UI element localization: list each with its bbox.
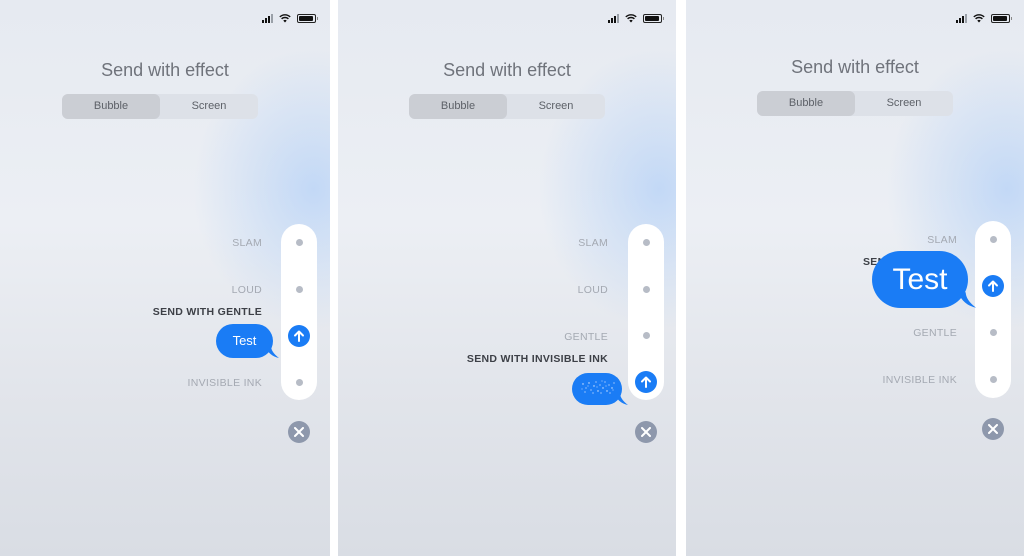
effect-slider-track[interactable] [281,224,317,400]
panel-loud-effect: Send with effect Bubble Screen SLAM SEND… [686,0,1024,556]
effect-type-segmented-control: Bubble Screen [757,91,953,116]
effect-slot-gentle[interactable] [990,329,997,336]
effect-slot-gentle[interactable] [643,332,650,339]
effect-slot-invisible-ink[interactable] [296,379,303,386]
tab-screen[interactable]: Screen [855,91,953,116]
battery-icon [991,13,1012,23]
effect-label-slam[interactable]: SLAM [232,237,262,249]
page-title: Send with effect [443,60,571,80]
effect-label-invisible-ink[interactable]: INVISIBLE INK [187,377,262,389]
bubble-tail [958,292,976,308]
status-bar [608,13,664,23]
wifi-icon [625,14,637,23]
close-button[interactable] [635,421,657,443]
invisible-ink-particles [581,380,615,394]
send-button[interactable] [982,275,1004,297]
bubble-tail [265,346,279,358]
effect-slot-slam[interactable] [296,239,303,246]
arrow-up-icon [294,330,304,342]
close-x-icon [294,427,304,437]
cellular-signal-icon [262,13,273,23]
page-title: Send with effect [791,57,919,77]
effect-label-loud[interactable]: LOUD [232,284,262,296]
tab-bubble[interactable]: Bubble [757,91,855,116]
effect-slot-loud[interactable] [643,286,650,293]
tab-bubble[interactable]: Bubble [409,94,507,119]
effect-label-loud[interactable]: LOUD [578,284,608,296]
panel-invisible-ink-effect: Send with effect Bubble Screen SLAM LOUD… [338,0,676,556]
close-x-icon [988,424,998,434]
effect-label-invisible-ink[interactable]: INVISIBLE INK [882,374,957,386]
message-bubble-invisible-ink [572,373,628,405]
close-x-icon [641,427,651,437]
wifi-icon [973,14,985,23]
message-text: Test [892,263,948,296]
battery-icon [643,13,664,23]
send-button[interactable] [288,325,310,347]
cellular-signal-icon [956,13,967,23]
tab-screen[interactable]: Screen [507,94,605,119]
arrow-up-icon [988,280,998,292]
effect-type-segmented-control: Bubble Screen [62,94,258,119]
effect-slot-slam[interactable] [643,239,650,246]
status-bar [956,13,1012,23]
effect-slider-track[interactable] [975,221,1011,398]
battery-icon [297,13,318,23]
close-button[interactable] [982,418,1004,440]
panel-gentle-effect: Send with effect Bubble Screen SLAM LOUD… [0,0,330,556]
effect-label-invisible-ink[interactable]: SEND WITH INVISIBLE INK [467,353,608,365]
status-bar [262,13,318,23]
effect-slot-loud[interactable] [296,286,303,293]
effect-slot-invisible-ink[interactable] [990,376,997,383]
effect-label-gentle[interactable]: SEND WITH GENTLE [153,306,262,318]
effect-label-slam[interactable]: SLAM [927,234,957,246]
tab-screen[interactable]: Screen [160,94,258,119]
effect-slot-slam[interactable] [990,236,997,243]
message-bubble-enlarged: Test [872,251,976,308]
page-title: Send with effect [101,60,229,80]
tab-bubble[interactable]: Bubble [62,94,160,119]
cellular-signal-icon [608,13,619,23]
effect-label-slam[interactable]: SLAM [578,237,608,249]
effect-label-gentle[interactable]: GENTLE [913,327,957,339]
send-button[interactable] [635,371,657,393]
close-button[interactable] [288,421,310,443]
bubble-tail [614,393,628,405]
effect-slider-track[interactable] [628,224,664,400]
effect-type-segmented-control: Bubble Screen [409,94,605,119]
wifi-icon [279,14,291,23]
message-text: Test [232,333,257,348]
arrow-up-icon [641,376,651,388]
message-bubble: Test [216,324,279,358]
effect-label-gentle[interactable]: GENTLE [564,331,608,343]
